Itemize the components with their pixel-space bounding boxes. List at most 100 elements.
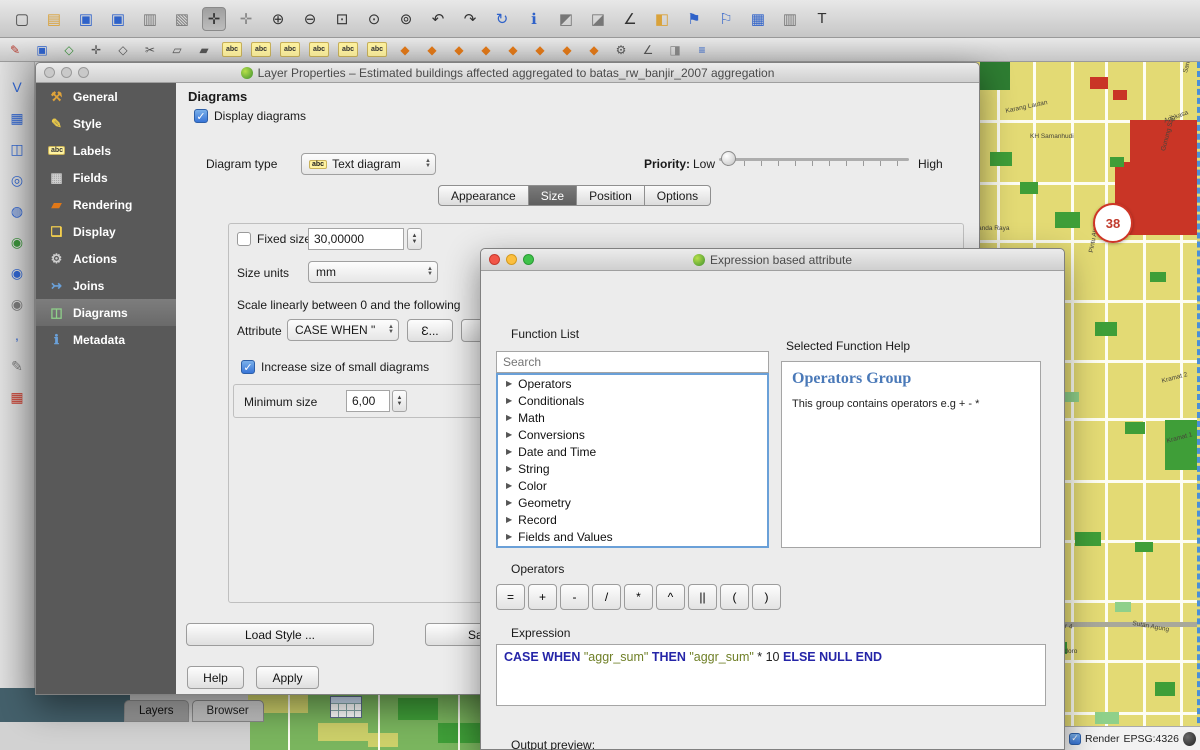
label-highlight-icon[interactable]: abc [280,42,300,57]
zoom-full-icon[interactable]: ⊡ [330,7,354,31]
add-wcs-layer-icon[interactable]: ◉ [6,262,28,284]
add-postgis-layer-icon[interactable]: ◫ [6,138,28,160]
label-pin-icon[interactable]: abc [251,42,271,57]
expand-triangle-icon[interactable]: ▶ [506,464,512,473]
sidebar-item-actions[interactable]: ⚙Actions [36,245,176,272]
minimize-icon[interactable] [61,67,72,78]
slider-thumb[interactable] [721,151,736,166]
expand-triangle-icon[interactable]: ▶ [506,532,512,541]
minimum-size-stepper[interactable]: ▲▼ [392,390,407,412]
zoom-next-icon[interactable]: ↷ [458,7,482,31]
save-project-as-icon[interactable]: ▣ [106,7,130,31]
apply-button[interactable]: Apply [256,666,319,689]
epsg-label[interactable]: EPSG:4326 [1123,733,1178,745]
close-icon[interactable] [44,67,55,78]
merge-features-icon[interactable]: ◆ [477,41,495,59]
operator-button[interactable]: * [624,584,653,610]
priority-slider[interactable] [719,149,909,169]
render-checkbox[interactable]: ✓ [1069,733,1081,745]
map-tips-icon[interactable]: ◧ [650,7,674,31]
add-spatialite-layer-icon[interactable]: ◎ [6,169,28,191]
new-project-icon[interactable]: ▢ [10,7,34,31]
crs-globe-icon[interactable] [1183,732,1196,746]
sidebar-item-joins[interactable]: ↣Joins [36,272,176,299]
identify-features-icon[interactable]: ℹ [522,7,546,31]
expand-triangle-icon[interactable]: ▶ [506,430,512,439]
zoom-window-icon[interactable] [523,254,534,265]
operator-button[interactable]: - [560,584,589,610]
operator-button[interactable]: ( [720,584,749,610]
add-vector-layer-icon[interactable]: V [6,76,28,98]
simplify-feature-icon[interactable]: ◆ [531,41,549,59]
label-rotate-icon[interactable]: abc [338,42,358,57]
add-raster-layer-icon[interactable]: ▦ [6,107,28,129]
tab-size[interactable]: Size [529,185,577,206]
operator-button[interactable]: || [688,584,717,610]
add-wms-layer-icon[interactable]: ◉ [6,231,28,253]
function-group-date-and-time[interactable]: ▶Date and Time [498,443,767,460]
increase-size-checkbox[interactable]: ✓ [241,360,255,374]
function-group-record[interactable]: ▶Record [498,511,767,528]
search-input[interactable] [496,351,769,373]
minimum-size-input[interactable]: 6,00 [346,390,390,412]
attribute-dropdown[interactable]: CASE WHEN " ▲▼ [287,319,399,341]
minimize-icon[interactable] [506,254,517,265]
function-group-operators[interactable]: ▶Operators [498,375,767,392]
operator-button[interactable]: / [592,584,621,610]
add-feature-icon[interactable]: ◇ [60,41,78,59]
delete-part-icon[interactable]: ◆ [585,41,603,59]
operator-button[interactable]: ) [752,584,781,610]
open-project-icon[interactable]: ▤ [42,7,66,31]
tab-options[interactable]: Options [645,185,711,206]
sidebar-item-metadata[interactable]: ℹMetadata [36,326,176,353]
show-bookmarks-icon[interactable]: ⚐ [714,7,738,31]
tab-appearance[interactable]: Appearance [438,185,529,206]
operator-button[interactable]: + [528,584,557,610]
fixed-size-stepper[interactable]: ▲▼ [407,228,422,250]
cut-features-icon[interactable]: ✂ [141,41,159,59]
sidebar-item-display[interactable]: ❏Display [36,218,176,245]
pan-to-selection-icon[interactable]: ✛ [234,7,258,31]
sidebar-item-labels[interactable]: abcLabels [36,137,176,164]
zoom-last-icon[interactable]: ↶ [426,7,450,31]
diagram-type-dropdown[interactable]: abc Text diagram ▲▼ [301,153,436,175]
label-move-icon[interactable]: abc [309,42,329,57]
function-group-geometry[interactable]: ▶Geometry [498,494,767,511]
pan-map-icon[interactable]: ✛ [202,7,226,31]
layer-properties-titlebar[interactable]: Layer Properties – Estimated buildings a… [36,63,979,83]
close-icon[interactable] [489,254,500,265]
remove-layer-icon[interactable]: ▦ [6,386,28,408]
attribute-table-icon[interactable]: ▦ [746,7,770,31]
offset-curve-icon[interactable]: ◆ [396,41,414,59]
expand-triangle-icon[interactable]: ▶ [506,447,512,456]
layer-labeling-icon[interactable]: abc [222,42,242,57]
expand-triangle-icon[interactable]: ▶ [506,379,512,388]
sidebar-item-fields[interactable]: ▦Fields [36,164,176,191]
label-properties-icon[interactable]: abc [367,42,387,57]
text-annotation-icon[interactable]: T [810,7,834,31]
tab-browser[interactable]: Browser [192,700,264,722]
zoom-window-icon[interactable] [78,67,89,78]
move-feature-icon[interactable]: ✛ [87,41,105,59]
expand-triangle-icon[interactable]: ▶ [506,481,512,490]
deselect-features-icon[interactable]: ◪ [586,7,610,31]
expression-dialog-titlebar[interactable]: Expression based attribute [481,249,1064,271]
sidebar-item-style[interactable]: ✎Style [36,110,176,137]
annotation-icon[interactable]: ◨ [666,41,684,59]
toggle-editing-icon[interactable]: ✎ [6,41,24,59]
load-style-button[interactable]: Load Style ... [186,623,374,646]
field-calculator-icon[interactable]: ▥ [778,7,802,31]
add-delimited-text-icon[interactable]: , [6,324,28,346]
function-group-color[interactable]: ▶Color [498,477,767,494]
help-button[interactable]: Help [187,666,244,689]
rotate-feature-icon[interactable]: ◆ [504,41,522,59]
delete-ring-icon[interactable]: ◆ [558,41,576,59]
add-mssql-layer-icon[interactable]: ◍ [6,200,28,222]
display-diagrams-checkbox[interactable]: ✓ [194,109,208,123]
expand-triangle-icon[interactable]: ▶ [506,498,512,507]
composer-manager-icon[interactable]: ▧ [170,7,194,31]
fixed-size-checkbox[interactable] [237,232,251,246]
tab-position[interactable]: Position [577,185,645,206]
function-group-conditionals[interactable]: ▶Conditionals [498,392,767,409]
split-features-icon[interactable]: ◆ [450,41,468,59]
